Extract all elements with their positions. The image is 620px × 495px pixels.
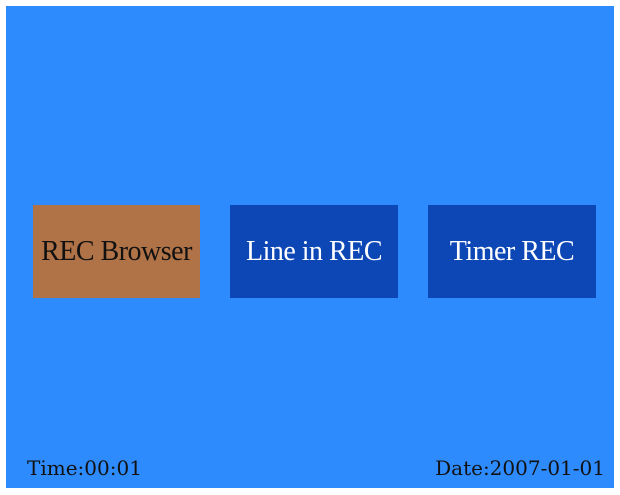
rec-menu: REC Browser Line in REC Timer REC [33,205,596,298]
recorder-screen: REC Browser Line in REC Timer REC Time:0… [6,6,614,488]
status-time: Time:00:01 [27,456,142,480]
menu-item-rec-browser[interactable]: REC Browser [33,205,200,298]
status-date: Date:2007-01-01 [435,456,605,480]
menu-item-line-in-rec[interactable]: Line in REC [230,205,398,298]
menu-item-timer-rec[interactable]: Timer REC [428,205,596,298]
